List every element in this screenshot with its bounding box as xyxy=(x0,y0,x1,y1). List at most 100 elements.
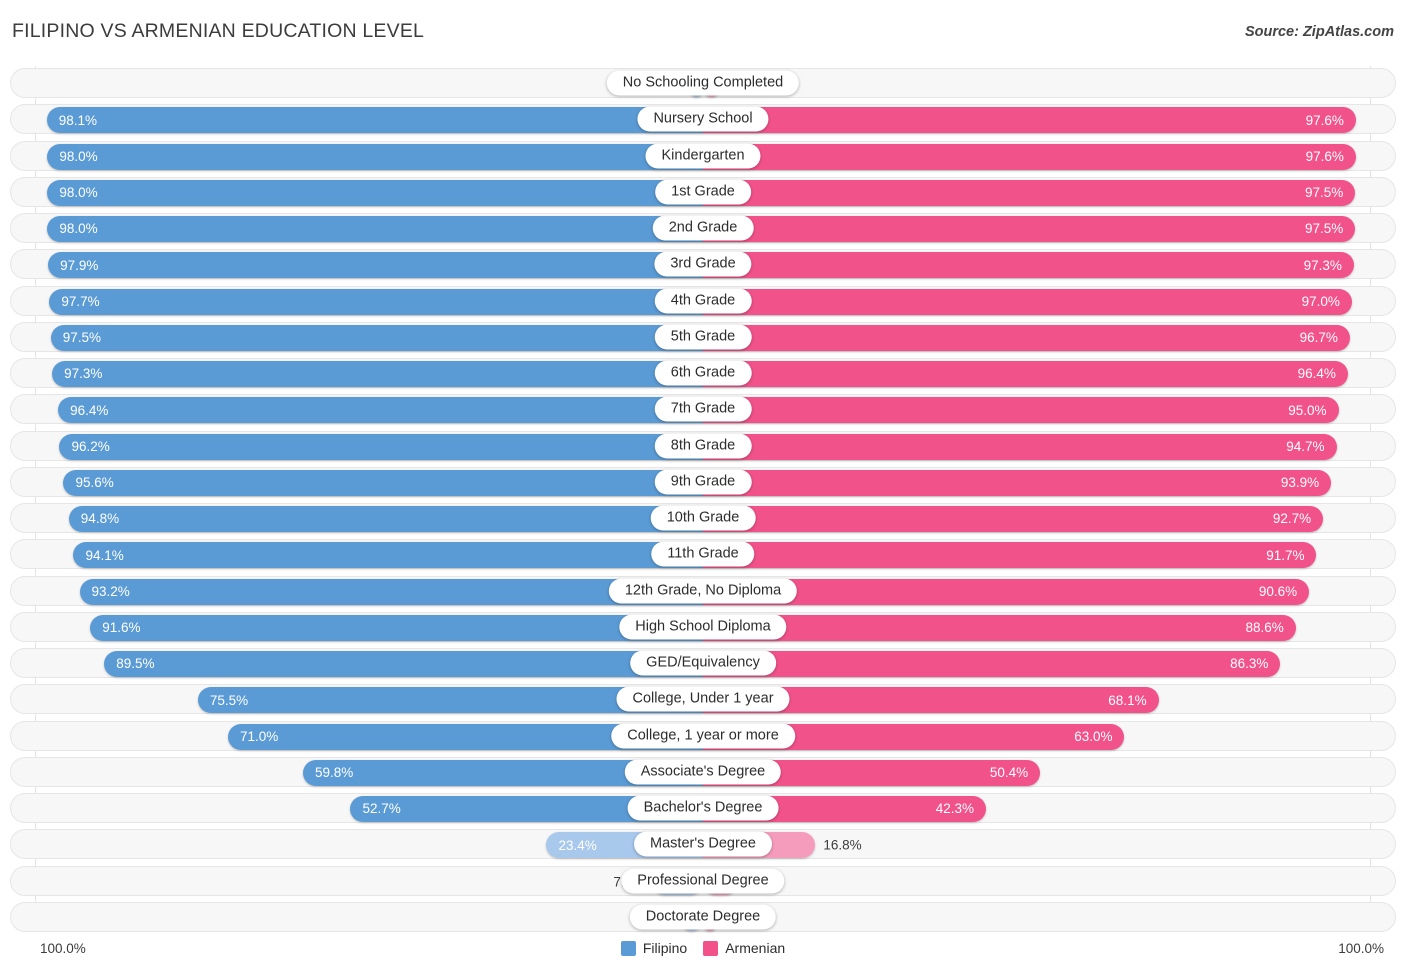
category-label: 6th Grade xyxy=(654,360,752,386)
value-label-armenian: 97.0% xyxy=(1301,293,1340,309)
row-inner: 59.8% 50.4% Associate's Degree xyxy=(11,758,1395,786)
bar-armenian[interactable]: 92.7% xyxy=(703,506,1324,532)
value-label-armenian: 50.4% xyxy=(989,765,1029,780)
row-inner: 97.3% 96.4% 6th Grade xyxy=(11,359,1395,387)
chart-row[interactable]: 94.1% 91.7% 11th Grade xyxy=(10,539,1396,570)
chart-row[interactable]: 96.2% 94.7% 8th Grade xyxy=(10,430,1396,461)
bar-armenian[interactable]: 86.3% xyxy=(703,651,1281,677)
bar-armenian[interactable]: 93.9% xyxy=(703,469,1332,496)
bar-filipino[interactable]: 94.1% xyxy=(73,542,703,569)
value-label-filipino: 98.0% xyxy=(59,221,98,237)
row-inner: 98.0% 97.5% 2nd Grade xyxy=(11,214,1395,242)
chart-row[interactable]: 97.9% 97.3% 3rd Grade xyxy=(10,249,1396,280)
bar-armenian[interactable]: 96.7% xyxy=(703,324,1350,351)
bar-filipino[interactable]: 97.7% xyxy=(49,288,703,315)
bar-filipino[interactable]: 96.2% xyxy=(59,433,703,460)
value-label-armenian: 96.7% xyxy=(1299,330,1338,345)
value-label-filipino: 89.5% xyxy=(116,656,155,672)
chart-row[interactable]: 23.4% 16.8% Master's Degree xyxy=(10,829,1396,860)
bar-armenian[interactable]: 97.6% xyxy=(703,107,1356,134)
category-label: Associate's Degree xyxy=(624,759,782,785)
bar-armenian[interactable]: 97.6% xyxy=(703,143,1356,170)
category-label: 9th Grade xyxy=(654,469,752,495)
value-label-filipino: 52.7% xyxy=(362,801,401,817)
value-label-armenian: 96.4% xyxy=(1297,366,1336,382)
row-inner: 97.9% 97.3% 3rd Grade xyxy=(11,250,1395,279)
value-label-armenian: 42.3% xyxy=(935,801,974,817)
value-label-armenian: 95.0% xyxy=(1288,402,1327,418)
row-inner: 2.0%2.5%No Schooling Completed xyxy=(11,69,1395,97)
value-label-armenian: 88.6% xyxy=(1245,620,1284,635)
bar-filipino[interactable]: 89.5% xyxy=(104,651,703,677)
chart-row[interactable]: 71.0% 63.0% College, 1 year or more xyxy=(10,720,1396,751)
chart-row[interactable]: 7.6%5.3%Professional Degree xyxy=(10,865,1396,896)
chart-row[interactable]: 96.4% 95.0% 7th Grade xyxy=(10,394,1396,425)
bar-filipino[interactable]: 97.5% xyxy=(50,324,703,351)
chart-row[interactable]: 97.3% 96.4% 6th Grade xyxy=(10,358,1396,388)
row-inner: 3.4%2.1%Doctorate Degree xyxy=(11,903,1395,931)
bar-armenian[interactable]: 97.0% xyxy=(703,288,1352,315)
value-label-filipino: 71.0% xyxy=(240,728,279,744)
chart-row[interactable]: 98.0% 97.5% 2nd Grade xyxy=(10,213,1396,243)
value-label-filipino: 23.4% xyxy=(558,837,597,853)
chart-row[interactable]: 89.5% 86.3% GED/Equivalency xyxy=(10,648,1396,678)
row-inner: 98.1% 97.6% Nursery School xyxy=(11,105,1395,134)
legend-swatch-icon xyxy=(620,940,636,956)
chart-row[interactable]: 59.8% 50.4% Associate's Degree xyxy=(10,756,1396,787)
chart-row[interactable]: 94.8% 92.7% 10th Grade xyxy=(10,503,1396,533)
category-label: College, Under 1 year xyxy=(616,686,790,712)
row-inner: 96.2% 94.7% 8th Grade xyxy=(11,432,1395,460)
chart-row[interactable]: 91.6% 88.6% High School Diploma xyxy=(10,611,1396,642)
bar-filipino[interactable]: 97.9% xyxy=(48,252,703,279)
chart-row[interactable]: 2.0%2.5%No Schooling Completed xyxy=(10,68,1396,98)
category-label: 2nd Grade xyxy=(652,215,754,241)
row-inner: 7.6%5.3%Professional Degree xyxy=(11,867,1395,895)
row-inner: 94.8% 92.7% 10th Grade xyxy=(11,504,1395,532)
chart-row[interactable]: 98.0% 97.5% 1st Grade xyxy=(10,176,1396,207)
bar-filipino[interactable]: 97.3% xyxy=(52,361,703,387)
bar-filipino[interactable]: 98.0% xyxy=(47,143,703,170)
bar-filipino[interactable]: 91.6% xyxy=(90,614,703,641)
chart-row[interactable]: 98.1% 97.6% Nursery School xyxy=(10,104,1396,135)
bar-armenian[interactable]: 96.4% xyxy=(703,361,1348,387)
value-label-armenian: 92.7% xyxy=(1272,511,1312,527)
bar-armenian[interactable]: 97.5% xyxy=(703,179,1356,206)
bar-armenian[interactable]: 91.7% xyxy=(703,542,1317,569)
bar-armenian[interactable]: 94.7% xyxy=(703,433,1337,460)
bar-filipino[interactable]: 98.0% xyxy=(47,179,703,206)
chart-row[interactable]: 3.4%2.1%Doctorate Degree xyxy=(10,901,1396,932)
chart-row[interactable]: 52.7% 42.3% Bachelor's Degree xyxy=(10,793,1396,823)
category-label: 11th Grade xyxy=(651,541,755,567)
bar-filipino[interactable]: 98.1% xyxy=(46,107,703,134)
bar-armenian[interactable]: 95.0% xyxy=(703,397,1339,424)
value-label-filipino: 96.2% xyxy=(71,438,110,454)
chart-legend: Filipino Armenian xyxy=(0,940,1406,956)
bar-armenian[interactable]: 88.6% xyxy=(703,614,1296,641)
row-inner: 96.4% 95.0% 7th Grade xyxy=(11,395,1395,424)
chart-row[interactable]: 93.2% 90.6% 12th Grade, No Diploma xyxy=(10,575,1396,606)
bar-filipino[interactable]: 96.4% xyxy=(58,397,703,424)
bar-armenian[interactable]: 97.3% xyxy=(703,252,1354,279)
row-inner: 52.7% 42.3% Bachelor's Degree xyxy=(11,794,1395,822)
chart-row[interactable]: 97.5% 96.7% 5th Grade xyxy=(10,321,1396,352)
bar-armenian[interactable]: 97.5% xyxy=(703,216,1356,242)
value-label-filipino: 97.9% xyxy=(60,257,99,273)
category-label: GED/Equivalency xyxy=(630,650,776,676)
bar-filipino[interactable]: 98.0% xyxy=(47,216,703,242)
legend-item[interactable]: Armenian xyxy=(703,940,785,956)
chart-row[interactable]: 95.6% 93.9% 9th Grade xyxy=(10,466,1396,497)
chart-row[interactable]: 97.7% 97.0% 4th Grade xyxy=(10,285,1396,316)
value-label-armenian: 68.1% xyxy=(1108,692,1147,708)
bar-filipino[interactable]: 94.8% xyxy=(68,506,703,532)
chart-row[interactable]: 75.5% 68.1% College, Under 1 year xyxy=(10,684,1396,715)
legend-label: Armenian xyxy=(725,940,786,956)
value-label-filipino: 98.0% xyxy=(59,148,98,164)
value-label-armenian: 97.5% xyxy=(1304,185,1344,200)
bar-filipino[interactable]: 95.6% xyxy=(63,469,703,496)
value-label-armenian: 16.8% xyxy=(823,837,862,853)
legend-item[interactable]: Filipino xyxy=(620,940,687,956)
legend-swatch-icon xyxy=(703,940,719,956)
category-label: 7th Grade xyxy=(654,396,752,422)
chart-row[interactable]: 98.0% 97.6% Kindergarten xyxy=(10,140,1396,171)
value-label-armenian: 63.0% xyxy=(1074,728,1113,744)
